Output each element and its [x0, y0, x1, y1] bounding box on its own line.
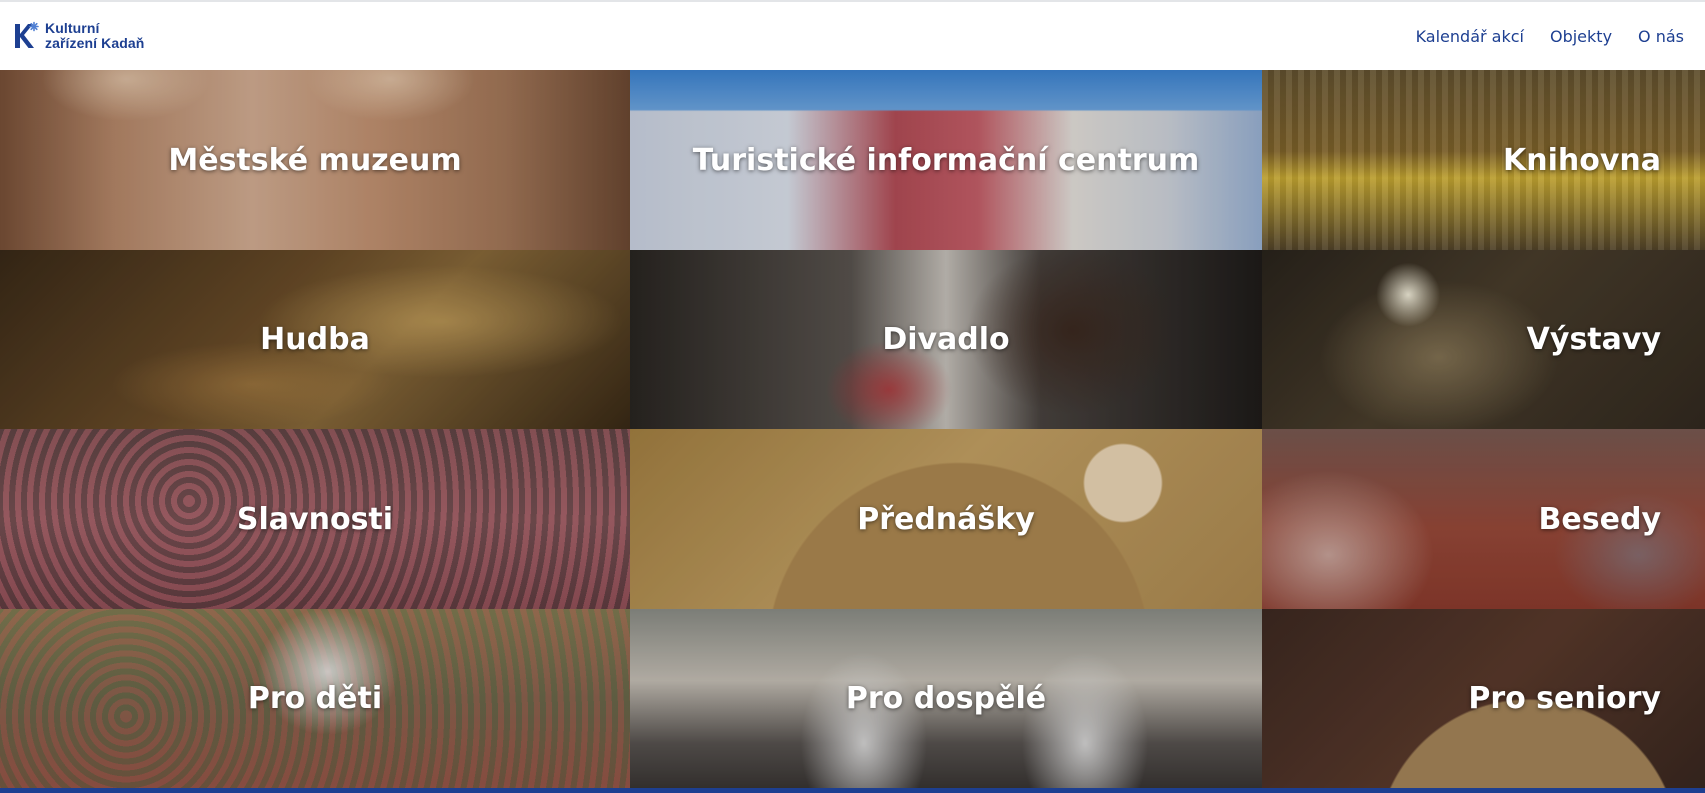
tile-label: Knihovna — [1502, 142, 1661, 178]
tile-knihovna[interactable]: Knihovna — [1262, 70, 1705, 250]
nav-link-o-nas[interactable]: O nás — [1638, 27, 1684, 46]
tile-divadlo[interactable]: Divadlo — [630, 250, 1262, 429]
tile-prednasky[interactable]: Přednášky — [630, 429, 1262, 609]
tile-pro-seniory[interactable]: Pro seniory — [1262, 609, 1705, 788]
bottom-bar — [0, 788, 1705, 793]
nav-link-objekty[interactable]: Objekty — [1550, 27, 1612, 46]
main-nav: Kalendář akcí Objekty O nás — [1416, 2, 1684, 70]
tile-slavnosti[interactable]: Slavnosti — [0, 429, 630, 609]
category-grid: Městské muzeum Turistické informační cen… — [0, 70, 1705, 788]
tile-mestske-muzeum[interactable]: Městské muzeum — [0, 70, 630, 250]
tile-hudba[interactable]: Hudba — [0, 250, 630, 429]
tile-label: Přednášky — [857, 501, 1035, 537]
logo-line-1: Kulturní — [45, 20, 100, 36]
tile-label: Výstavy — [1526, 322, 1661, 357]
tile-label: Divadlo — [882, 322, 1010, 357]
tile-label: Pro děti — [247, 681, 383, 716]
tile-label: Besedy — [1538, 501, 1661, 537]
logo-line-2: zařízení Kadaň — [45, 35, 145, 51]
tile-label: Městské muzeum — [168, 142, 462, 178]
tile-pro-deti[interactable]: Pro děti — [0, 609, 630, 788]
tile-label: Pro dospělé — [845, 681, 1047, 716]
tile-besedy[interactable]: Besedy — [1262, 429, 1705, 609]
site-header: Kulturní zařízení Kadaň Kalendář akcí Ob… — [0, 2, 1705, 70]
tile-label: Turistické informační centrum — [692, 142, 1200, 178]
logo-k-star-icon — [15, 21, 39, 48]
logo-text: Kulturní zařízení Kadaň — [45, 21, 144, 51]
tile-label: Slavnosti — [236, 501, 394, 537]
tile-turisticke-informacni-centrum[interactable]: Turistické informační centrum — [630, 70, 1262, 250]
tile-label: Pro seniory — [1468, 681, 1661, 716]
tile-vystavy[interactable]: Výstavy — [1262, 250, 1705, 429]
tile-pro-dospele[interactable]: Pro dospělé — [630, 609, 1262, 788]
tile-label: Hudba — [260, 322, 370, 357]
site-logo[interactable]: Kulturní zařízení Kadaň — [13, 19, 144, 53]
nav-link-kalendar-akci[interactable]: Kalendář akcí — [1416, 27, 1524, 46]
